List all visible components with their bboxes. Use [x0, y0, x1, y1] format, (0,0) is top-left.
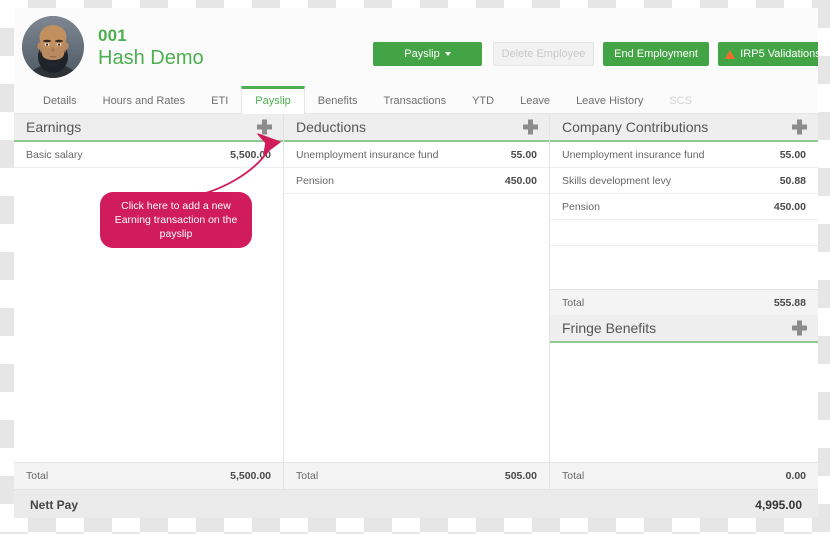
chevron-down-icon [444, 52, 451, 56]
nett-pay-label: Nett Pay [30, 498, 79, 512]
fringe-benefits-total-label: Total [562, 470, 585, 482]
earnings-title: Earnings [26, 119, 82, 135]
table-row[interactable]: Unemployment insurance fund 55.00 [550, 142, 818, 168]
callout-text: Click here to add a new Earning transact… [114, 200, 238, 240]
tab-details[interactable]: Details [30, 86, 90, 113]
deduction-label: Unemployment insurance fund [296, 148, 439, 161]
add-earning-plus-icon[interactable] [257, 119, 272, 135]
deductions-total: Total 505.00 [284, 463, 550, 489]
contribution-amount: 55.00 [779, 148, 806, 161]
fringe-benefits-panel: Fringe Benefits [550, 315, 818, 462]
add-deduction-plus-icon[interactable] [523, 119, 538, 135]
fringe-benefits-total-amount: 0.00 [785, 470, 806, 482]
deductions-column: Deductions Unemployment insurance fund 5… [284, 114, 550, 462]
employee-id: 001 [98, 26, 127, 45]
table-row[interactable]: Unemployment insurance fund 55.00 [284, 142, 549, 168]
company-contributions-title: Company Contributions [562, 119, 709, 135]
earnings-column: Earnings Basic salary 5,500.00 [14, 114, 284, 462]
company-contributions-header: Company Contributions [550, 114, 818, 142]
table-row[interactable]: Pension 450.00 [284, 168, 549, 194]
deduction-amount: 55.00 [510, 148, 537, 161]
tab-ytd[interactable]: YTD [459, 86, 507, 113]
contribution-label: Unemployment insurance fund [562, 148, 705, 161]
end-employment-button[interactable]: End Employment [603, 42, 709, 66]
table-row-empty [550, 220, 818, 246]
fringe-benefits-header: Fringe Benefits [550, 315, 818, 343]
table-row[interactable]: Basic salary 5,500.00 [14, 142, 283, 168]
tab-transactions[interactable]: Transactions [371, 86, 460, 113]
tab-scs: SCS [656, 86, 705, 113]
tab-leave-history[interactable]: Leave History [563, 86, 656, 113]
company-contributions-column: Company Contributions Unemployment insur… [550, 114, 818, 462]
deductions-total-amount: 505.00 [504, 470, 537, 482]
tab-benefits[interactable]: Benefits [305, 86, 371, 113]
company-contributions-total-amount: 555.88 [773, 296, 806, 309]
deductions-total-label: Total [296, 470, 319, 482]
add-company-contribution-plus-icon[interactable] [792, 119, 807, 135]
earnings-header: Earnings [14, 114, 283, 142]
tab-eti[interactable]: ETI [198, 86, 241, 113]
fringe-benefits-total: Total 0.00 [550, 463, 818, 489]
fringe-benefits-rows [550, 343, 818, 462]
nett-pay-bar: Nett Pay 4,995.00 [14, 490, 818, 518]
contribution-amount: 50.88 [779, 174, 806, 187]
irp5-validations-label: IRP5 Validations [740, 48, 818, 60]
company-contributions-total-label: Total [562, 296, 585, 309]
delete-employee-label: Delete Employee [501, 48, 586, 60]
table-row[interactable]: Skills development levy 50.88 [550, 168, 818, 194]
payslip-dropdown-button[interactable]: Payslip [373, 42, 482, 66]
table-row[interactable]: Pension 450.00 [550, 194, 818, 220]
irp5-validations-button[interactable]: IRP5 Validations [718, 42, 818, 66]
earning-amount: 5,500.00 [230, 148, 271, 161]
contribution-label: Pension [562, 200, 600, 213]
deductions-rows: Unemployment insurance fund 55.00 Pensio… [284, 142, 549, 462]
payslip-button-label: Payslip [404, 48, 440, 60]
deduction-label: Pension [296, 174, 334, 187]
deductions-header: Deductions [284, 114, 549, 142]
payroll-app-window: 001 Hash Demo Payslip Delete Employee En… [14, 8, 818, 518]
employee-header: 001 Hash Demo Payslip Delete Employee En… [14, 8, 818, 86]
contribution-label: Skills development levy [562, 174, 672, 187]
deductions-title: Deductions [296, 119, 367, 135]
earnings-total: Total 5,500.00 [14, 463, 284, 489]
add-fringe-benefit-plus-icon[interactable] [792, 320, 807, 336]
earnings-rows: Basic salary 5,500.00 [14, 142, 283, 462]
tab-hours-and-rates[interactable]: Hours and Rates [90, 86, 199, 113]
company-contributions-total: Total 555.88 [550, 289, 818, 315]
callout-tooltip: Click here to add a new Earning transact… [100, 192, 252, 248]
nett-pay-amount: 4,995.00 [755, 498, 802, 512]
employee-tab-bar: Details Hours and Rates ETI Payslip Bene… [14, 86, 818, 114]
earning-label: Basic salary [26, 148, 83, 161]
fringe-benefits-title: Fringe Benefits [562, 320, 657, 336]
delete-employee-button: Delete Employee [493, 42, 594, 66]
employee-name: Hash Demo [98, 47, 204, 69]
deduction-amount: 450.00 [504, 174, 537, 187]
earnings-total-amount: 5,500.00 [230, 470, 271, 482]
tab-leave[interactable]: Leave [507, 86, 563, 113]
contribution-amount: 450.00 [773, 200, 806, 213]
earnings-total-label: Total [26, 470, 49, 482]
end-employment-label: End Employment [614, 48, 698, 60]
payslip-columns: Earnings Basic salary 5,500.00 Deduction… [14, 114, 818, 462]
company-contributions-rows: Unemployment insurance fund 55.00 Skills… [550, 142, 818, 289]
user-photo-avatar-icon [22, 16, 84, 78]
avatar [22, 16, 84, 78]
column-totals-row: Total 5,500.00 Total 505.00 Total 0.00 [14, 462, 818, 490]
tab-payslip[interactable]: Payslip [241, 86, 305, 114]
warning-triangle-icon [725, 49, 736, 59]
